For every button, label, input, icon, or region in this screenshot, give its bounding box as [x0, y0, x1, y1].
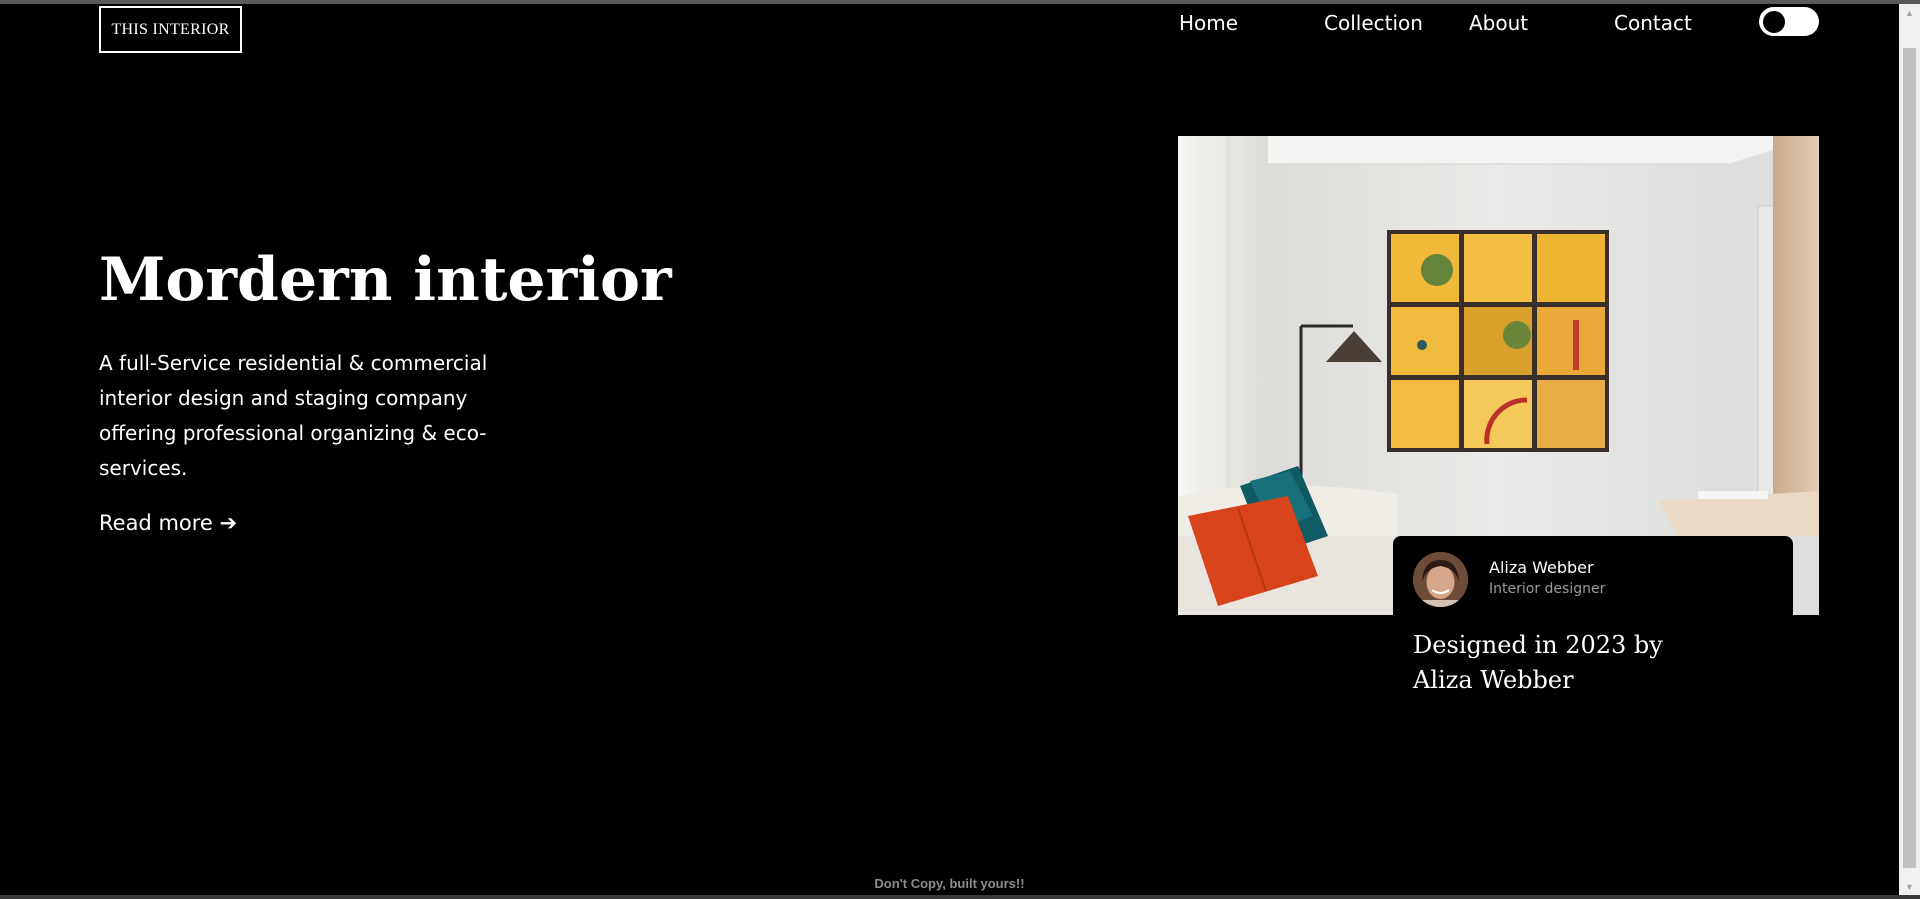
vertical-scrollbar[interactable]: ▲ ▼: [1899, 4, 1920, 895]
designer-name: Aliza Webber: [1489, 558, 1594, 577]
designer-card: Aliza Webber Interior designer Designed …: [1393, 536, 1793, 716]
hero-description: A full-Service residential & commercial …: [99, 351, 488, 480]
toggle-knob-icon: [1763, 10, 1785, 33]
window-top-border: [0, 0, 1920, 4]
read-more-link[interactable]: Read more ➔: [99, 508, 237, 538]
scroll-down-arrow-icon[interactable]: ▼: [1899, 878, 1920, 895]
scroll-up-arrow-icon[interactable]: ▲: [1899, 4, 1920, 21]
designer-role: Interior designer: [1489, 581, 1606, 597]
designer-avatar[interactable]: [1413, 552, 1468, 607]
nav-contact-link[interactable]: Contact: [1614, 9, 1692, 37]
avatar-portrait: [1413, 552, 1468, 607]
theme-toggle[interactable]: [1759, 7, 1819, 36]
design-credit: Designed in 2023 by Aliza Webber: [1413, 631, 1663, 694]
logo-text: THIS INTERIOR: [111, 20, 230, 38]
logo[interactable]: THIS INTERIOR: [99, 6, 242, 53]
window-bottom-border: [0, 895, 1920, 899]
nav-home-link[interactable]: Home: [1179, 9, 1238, 37]
scrollbar-thumb[interactable]: [1903, 48, 1916, 868]
nav-collection-link[interactable]: Collection: [1324, 9, 1423, 37]
hero-title: Mordern interior: [99, 245, 672, 315]
nav-about-link[interactable]: About: [1469, 9, 1528, 37]
footer-note: Don't Copy, built yours!!: [874, 876, 1025, 891]
